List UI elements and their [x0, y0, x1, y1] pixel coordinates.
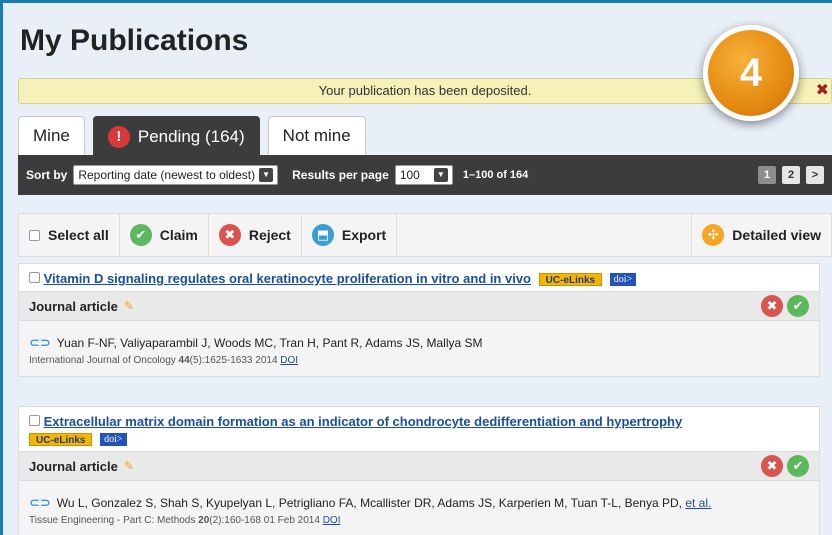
authors-text: Wu L, Gonzalez S, Shah S, Kyupelyan L, P…	[57, 496, 712, 510]
publication-title-row: Vitamin D signaling regulates oral kerat…	[19, 264, 819, 291]
publication-title-link[interactable]: Extracellular matrix domain formation as…	[44, 414, 683, 429]
results-per-page-value: 100	[399, 168, 420, 182]
et-al-link[interactable]: et al.	[685, 496, 711, 510]
publication-actions: ✖ ✔	[761, 455, 809, 477]
select-all-label: Select all	[48, 227, 109, 243]
results-per-page-label: Results per page	[292, 168, 389, 182]
chevron-down-icon: ▼	[433, 168, 448, 182]
doi-badge[interactable]: doi>	[609, 273, 637, 287]
publication-details: ⊂⊃ Yuan F-NF, Valiyaparambil J, Woods MC…	[19, 321, 819, 376]
close-icon[interactable]: ✖	[816, 79, 829, 103]
expand-icon: ✣	[702, 224, 725, 246]
uc-elinks-button[interactable]: UC-eLinks	[29, 433, 93, 447]
export-label: Export	[341, 227, 387, 243]
claim-icon[interactable]: ✔	[787, 295, 809, 317]
next-page-button[interactable]: >	[806, 166, 824, 184]
page-title: My Publications	[20, 24, 249, 57]
doi-link[interactable]: DOI	[323, 515, 341, 526]
uc-elinks-button[interactable]: UC-eLinks	[538, 273, 603, 287]
claim-label: Claim	[159, 227, 198, 243]
reject-icon[interactable]: ✖	[761, 455, 783, 477]
sort-select[interactable]: Reporting date (newest to oldest) ▼	[73, 165, 279, 185]
publication-checkbox[interactable]	[29, 415, 40, 426]
journal-name: Tissue Engineering - Part C: Methods	[29, 515, 199, 526]
publication-type: Journal article	[29, 458, 118, 474]
link-icon: ⊂⊃	[29, 495, 51, 510]
tab-pending[interactable]: ! Pending (164)	[92, 116, 260, 156]
notice-text: Your publication has been deposited.	[318, 83, 532, 98]
doi-link[interactable]: DOI	[280, 355, 298, 366]
journal-citation: International Journal of Oncology 44(5):…	[29, 355, 809, 366]
results-per-page-select[interactable]: 100 ▼	[394, 165, 453, 185]
sort-select-value: Reporting date (newest to oldest)	[78, 168, 256, 182]
doi-badge[interactable]: doi>	[100, 433, 127, 447]
publication-type-row: Journal article ✎ ✖ ✔	[19, 451, 819, 481]
select-all-control[interactable]: Select all	[19, 214, 120, 256]
sort-label: Sort by	[26, 168, 68, 182]
detailed-view-button[interactable]: ✣ Detailed view	[691, 214, 831, 256]
publication-actions: ✖ ✔	[761, 295, 809, 317]
publication-type: Journal article	[29, 298, 118, 314]
publication-title-row: Extracellular matrix domain formation as…	[19, 407, 819, 451]
reject-button[interactable]: ✖ Reject	[209, 214, 302, 256]
claim-button[interactable]: ✔ Claim	[120, 214, 209, 256]
publication-title-link[interactable]: Vitamin D signaling regulates oral kerat…	[44, 271, 531, 286]
tab-bar: Mine ! Pending (164) Not mine	[18, 116, 374, 156]
reject-icon[interactable]: ✖	[761, 295, 783, 317]
publication-type-row: Journal article ✎ ✖ ✔	[19, 291, 819, 321]
pencil-icon[interactable]: ✎	[124, 299, 134, 313]
journal-pages: (2):160-168 01 Feb 2014	[209, 515, 323, 526]
tab-not-mine-label: Not mine	[282, 126, 351, 145]
tab-not-mine[interactable]: Not mine	[267, 116, 366, 156]
publication-card: Extracellular matrix domain formation as…	[18, 406, 820, 535]
page-2-button[interactable]: 2	[782, 166, 800, 184]
pagination: 1 2 >	[758, 166, 824, 184]
results-toolbar: Sort by Reporting date (newest to oldest…	[18, 155, 832, 195]
bulk-actions-bar: Select all ✔ Claim ✖ Reject ⬒ Export ✣ D…	[18, 213, 832, 257]
reject-label: Reject	[248, 227, 291, 243]
alert-icon: !	[107, 125, 130, 148]
author-list: ⊂⊃ Yuan F-NF, Valiyaparambil J, Woods MC…	[29, 335, 809, 351]
tab-mine-label: Mine	[33, 126, 70, 145]
select-all-checkbox[interactable]	[29, 229, 40, 241]
step-badge: 4	[703, 25, 799, 121]
export-button[interactable]: ⬒ Export	[302, 214, 398, 256]
journal-name: International Journal of Oncology	[29, 355, 179, 366]
results-range: 1–100 of 164	[462, 169, 529, 181]
journal-volume: 20	[198, 515, 210, 526]
publication-card: Vitamin D signaling regulates oral kerat…	[18, 263, 820, 377]
authors-names: Wu L, Gonzalez S, Shah S, Kyupelyan L, P…	[56, 496, 686, 510]
tab-mine[interactable]: Mine	[18, 116, 85, 156]
authors-text: Yuan F-NF, Valiyaparambil J, Woods MC, T…	[56, 336, 483, 350]
page-1-button[interactable]: 1	[758, 166, 776, 184]
export-icon: ⬒	[311, 224, 334, 246]
journal-citation: Tissue Engineering - Part C: Methods 20(…	[29, 515, 809, 526]
detailed-view-label: Detailed view	[732, 227, 821, 243]
publication-checkbox[interactable]	[29, 272, 40, 283]
check-icon: ✔	[129, 224, 152, 246]
link-icon: ⊂⊃	[29, 335, 51, 350]
claim-icon[interactable]: ✔	[787, 455, 809, 477]
pencil-icon[interactable]: ✎	[124, 459, 134, 473]
journal-pages: (5):1625-1633 2014	[189, 355, 281, 366]
tab-pending-label: Pending (164)	[137, 126, 245, 146]
author-list: ⊂⊃ Wu L, Gonzalez S, Shah S, Kyupelyan L…	[29, 495, 809, 511]
journal-volume: 44	[178, 355, 190, 366]
x-icon: ✖	[218, 224, 241, 246]
chevron-down-icon: ▼	[259, 168, 274, 182]
publication-details: ⊂⊃ Wu L, Gonzalez S, Shah S, Kyupelyan L…	[19, 481, 819, 535]
